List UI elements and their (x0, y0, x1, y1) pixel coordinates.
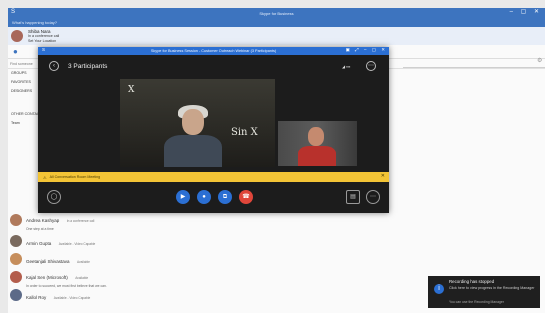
contact-name: Geetanjali Shivastava (26, 259, 70, 264)
main-video-feed[interactable]: X Sin X (120, 79, 275, 167)
mic-button[interactable]: ● (197, 190, 211, 204)
call-controls: ◯ ▶ ● ⧉ ☎ ▤ ⋯ (38, 186, 389, 210)
contact-item[interactable]: Kallol Roy Available - Video Capable (10, 286, 90, 304)
contact-status: Available (76, 260, 90, 264)
toast-body: Click here to view progress in the Recor… (449, 286, 535, 290)
toast-title: Recording has stopped (449, 279, 495, 284)
contact-name: Kallol Roy (26, 295, 47, 300)
avatar (10, 235, 22, 247)
contact-status: In a conference call (66, 219, 95, 223)
contact-name: Andrea Kashyap (26, 218, 60, 223)
avatar (10, 289, 22, 301)
close-icon[interactable]: ✕ (381, 173, 385, 179)
meeting-titlebar: S Skype for Business Session - Customer … (38, 47, 389, 55)
end-call-button[interactable]: ☎ (239, 190, 253, 204)
warning-icon: ⚠ (43, 174, 47, 180)
skype-logo-icon: S (11, 9, 16, 15)
app-title: Skype for Business (259, 10, 294, 16)
share-button[interactable]: ⧉ (218, 190, 232, 204)
profile-status[interactable]: In a conference call (28, 34, 59, 39)
meeting-window: S Skype for Business Session - Customer … (38, 47, 389, 213)
participant-body (298, 146, 336, 166)
app-titlebar: S Skype for Business – ▢ ✕ (8, 8, 545, 18)
notice-bar: ⚠ All Conversation Room Meeting ✕ (38, 172, 389, 182)
meeting-header: ‹ 3 Participants ◢ ▪▪▪ ⋯ (38, 55, 389, 75)
profile-location[interactable]: Set Your Location (28, 39, 59, 44)
meeting-window-controls[interactable]: ▣ ⤢ – ▢ ✕ (346, 47, 387, 53)
whats-happening-field[interactable]: What's happening today? (8, 18, 545, 27)
board-text: Sin X (231, 127, 258, 138)
more-button[interactable]: ⋯ (366, 190, 380, 204)
meeting-title: Skype for Business Session - Customer Ou… (150, 49, 277, 53)
participants-count[interactable]: 3 Participants (68, 63, 107, 70)
info-icon: i (434, 284, 444, 294)
toast-footer: You can use the Recording Manager (449, 300, 504, 304)
divider (403, 67, 545, 68)
contact-status: Available (75, 276, 89, 280)
participant-video-feed[interactable] (278, 121, 357, 166)
presenter-body (164, 135, 222, 167)
participant-head (308, 127, 324, 146)
gear-icon[interactable]: ⚙ (537, 57, 542, 64)
contact-status: Available - Video Capable (58, 242, 96, 246)
profile-area: Shiba Nara In a conference call Set Your… (8, 27, 545, 45)
back-button[interactable]: ‹ (49, 61, 59, 71)
more-options-button[interactable]: ⋯ (366, 61, 376, 71)
presenter-head (182, 109, 204, 135)
chat-button[interactable]: ◯ (47, 190, 61, 204)
avatar (10, 253, 22, 265)
signal-icon: ◢ ▪▪▪ (342, 64, 351, 69)
contacts-icon[interactable]: ● (13, 47, 18, 56)
contact-item[interactable]: Kajal Sen (Microsoft) Available In order… (10, 266, 107, 288)
avatar (10, 271, 22, 283)
contact-name: Armin Gupta (26, 241, 52, 246)
skype-logo-icon: S (42, 47, 46, 52)
avatar[interactable] (11, 30, 23, 42)
board-text: X (128, 85, 135, 95)
contact-item[interactable]: Armin Gupta Available - Video Capable (10, 232, 95, 250)
contact-name: Kajal Sen (Microsoft) (26, 275, 68, 280)
window-controls[interactable]: – ▢ ✕ (510, 8, 542, 15)
video-button[interactable]: ▶ (176, 190, 190, 204)
contact-note: One step at a time (26, 227, 54, 231)
notice-text: All Conversation Room Meeting (49, 175, 101, 179)
recording-toast[interactable]: i Recording has stopped Click here to vi… (428, 276, 540, 308)
avatar (10, 214, 22, 226)
devices-button[interactable]: ▤ (346, 190, 360, 204)
contact-status: Available - Video Capable (53, 296, 91, 300)
